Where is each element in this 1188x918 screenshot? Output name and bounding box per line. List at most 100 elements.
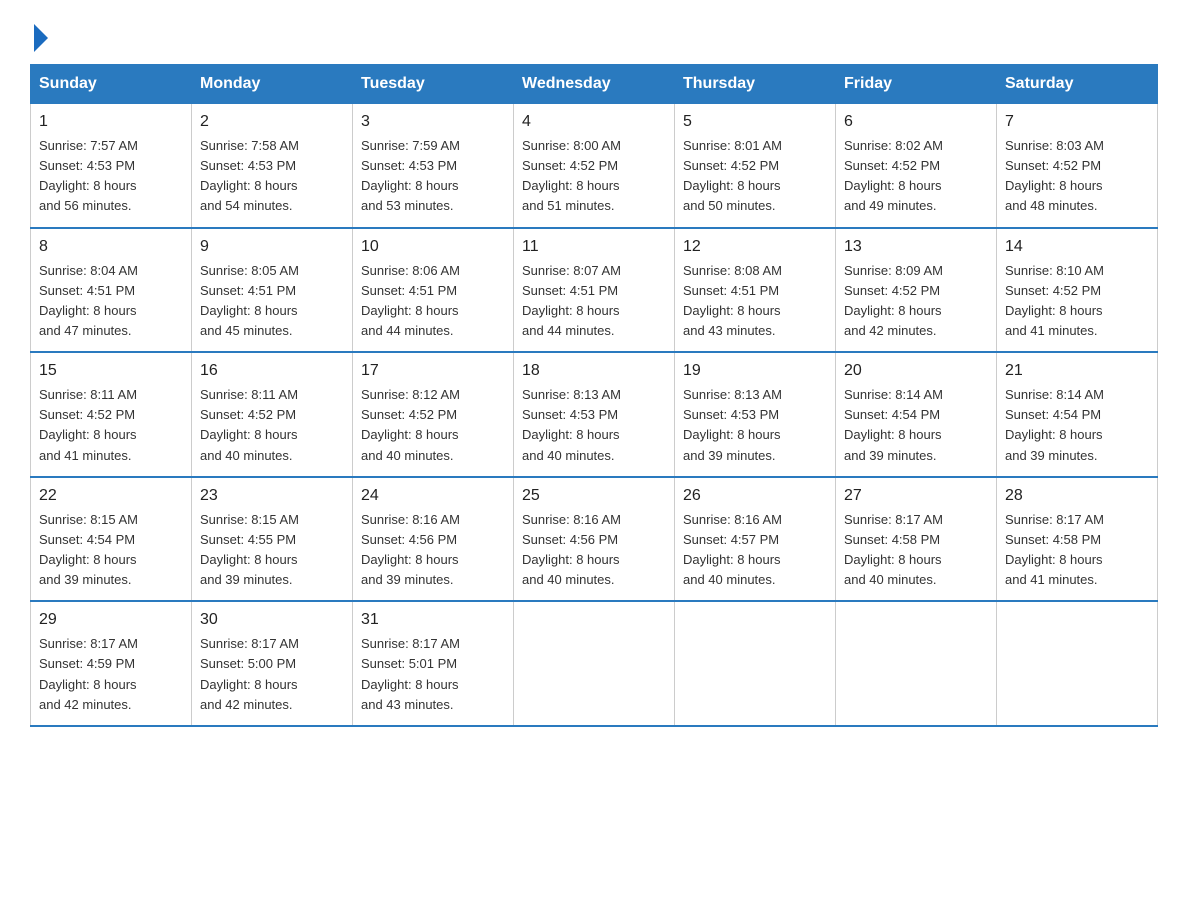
calendar-cell: 10Sunrise: 8:06 AMSunset: 4:51 PMDayligh… xyxy=(353,228,514,353)
calendar-cell: 6Sunrise: 8:02 AMSunset: 4:52 PMDaylight… xyxy=(836,104,997,228)
day-number: 3 xyxy=(361,110,505,134)
day-info: Sunrise: 8:02 AMSunset: 4:52 PMDaylight:… xyxy=(844,136,988,217)
calendar-header-row: SundayMondayTuesdayWednesdayThursdayFrid… xyxy=(31,65,1158,104)
day-info: Sunrise: 8:10 AMSunset: 4:52 PMDaylight:… xyxy=(1005,261,1149,342)
day-info: Sunrise: 8:04 AMSunset: 4:51 PMDaylight:… xyxy=(39,261,183,342)
calendar-cell: 23Sunrise: 8:15 AMSunset: 4:55 PMDayligh… xyxy=(192,477,353,602)
calendar-cell: 31Sunrise: 8:17 AMSunset: 5:01 PMDayligh… xyxy=(353,601,514,726)
calendar-cell: 7Sunrise: 8:03 AMSunset: 4:52 PMDaylight… xyxy=(997,104,1158,228)
calendar-cell xyxy=(514,601,675,726)
calendar-cell: 3Sunrise: 7:59 AMSunset: 4:53 PMDaylight… xyxy=(353,104,514,228)
page-header xyxy=(30,20,1158,44)
calendar-cell: 2Sunrise: 7:58 AMSunset: 4:53 PMDaylight… xyxy=(192,104,353,228)
calendar-cell: 22Sunrise: 8:15 AMSunset: 4:54 PMDayligh… xyxy=(31,477,192,602)
day-info: Sunrise: 7:58 AMSunset: 4:53 PMDaylight:… xyxy=(200,136,344,217)
day-info: Sunrise: 8:00 AMSunset: 4:52 PMDaylight:… xyxy=(522,136,666,217)
day-number: 10 xyxy=(361,235,505,259)
day-number: 7 xyxy=(1005,110,1149,134)
calendar-cell: 25Sunrise: 8:16 AMSunset: 4:56 PMDayligh… xyxy=(514,477,675,602)
day-number: 6 xyxy=(844,110,988,134)
day-info: Sunrise: 8:16 AMSunset: 4:56 PMDaylight:… xyxy=(361,510,505,591)
day-info: Sunrise: 8:16 AMSunset: 4:56 PMDaylight:… xyxy=(522,510,666,591)
day-info: Sunrise: 8:13 AMSunset: 4:53 PMDaylight:… xyxy=(683,385,827,466)
calendar-cell xyxy=(836,601,997,726)
day-number: 21 xyxy=(1005,359,1149,383)
day-number: 8 xyxy=(39,235,183,259)
logo xyxy=(30,20,48,44)
calendar-cell: 11Sunrise: 8:07 AMSunset: 4:51 PMDayligh… xyxy=(514,228,675,353)
day-number: 24 xyxy=(361,484,505,508)
day-info: Sunrise: 8:08 AMSunset: 4:51 PMDaylight:… xyxy=(683,261,827,342)
column-header-monday: Monday xyxy=(192,65,353,104)
day-number: 28 xyxy=(1005,484,1149,508)
calendar-cell: 27Sunrise: 8:17 AMSunset: 4:58 PMDayligh… xyxy=(836,477,997,602)
day-number: 29 xyxy=(39,608,183,632)
day-info: Sunrise: 8:17 AMSunset: 4:59 PMDaylight:… xyxy=(39,634,183,715)
calendar-cell: 16Sunrise: 8:11 AMSunset: 4:52 PMDayligh… xyxy=(192,352,353,477)
day-info: Sunrise: 8:01 AMSunset: 4:52 PMDaylight:… xyxy=(683,136,827,217)
day-number: 17 xyxy=(361,359,505,383)
column-header-wednesday: Wednesday xyxy=(514,65,675,104)
day-number: 15 xyxy=(39,359,183,383)
calendar-week-2: 8Sunrise: 8:04 AMSunset: 4:51 PMDaylight… xyxy=(31,228,1158,353)
day-info: Sunrise: 8:17 AMSunset: 5:01 PMDaylight:… xyxy=(361,634,505,715)
day-info: Sunrise: 8:07 AMSunset: 4:51 PMDaylight:… xyxy=(522,261,666,342)
calendar-cell: 20Sunrise: 8:14 AMSunset: 4:54 PMDayligh… xyxy=(836,352,997,477)
day-info: Sunrise: 8:13 AMSunset: 4:53 PMDaylight:… xyxy=(522,385,666,466)
day-number: 27 xyxy=(844,484,988,508)
column-header-thursday: Thursday xyxy=(675,65,836,104)
day-number: 22 xyxy=(39,484,183,508)
day-number: 4 xyxy=(522,110,666,134)
calendar-week-3: 15Sunrise: 8:11 AMSunset: 4:52 PMDayligh… xyxy=(31,352,1158,477)
day-number: 5 xyxy=(683,110,827,134)
day-number: 30 xyxy=(200,608,344,632)
day-number: 23 xyxy=(200,484,344,508)
calendar-cell xyxy=(675,601,836,726)
day-info: Sunrise: 8:17 AMSunset: 4:58 PMDaylight:… xyxy=(844,510,988,591)
calendar-cell: 5Sunrise: 8:01 AMSunset: 4:52 PMDaylight… xyxy=(675,104,836,228)
day-number: 11 xyxy=(522,235,666,259)
day-number: 26 xyxy=(683,484,827,508)
day-info: Sunrise: 8:12 AMSunset: 4:52 PMDaylight:… xyxy=(361,385,505,466)
day-number: 25 xyxy=(522,484,666,508)
calendar-cell: 18Sunrise: 8:13 AMSunset: 4:53 PMDayligh… xyxy=(514,352,675,477)
logo-arrow-icon xyxy=(34,24,48,52)
day-info: Sunrise: 8:11 AMSunset: 4:52 PMDaylight:… xyxy=(200,385,344,466)
calendar-cell: 17Sunrise: 8:12 AMSunset: 4:52 PMDayligh… xyxy=(353,352,514,477)
day-info: Sunrise: 7:57 AMSunset: 4:53 PMDaylight:… xyxy=(39,136,183,217)
day-number: 2 xyxy=(200,110,344,134)
day-number: 16 xyxy=(200,359,344,383)
day-info: Sunrise: 8:11 AMSunset: 4:52 PMDaylight:… xyxy=(39,385,183,466)
day-number: 14 xyxy=(1005,235,1149,259)
calendar-cell: 24Sunrise: 8:16 AMSunset: 4:56 PMDayligh… xyxy=(353,477,514,602)
calendar-cell: 19Sunrise: 8:13 AMSunset: 4:53 PMDayligh… xyxy=(675,352,836,477)
calendar-week-4: 22Sunrise: 8:15 AMSunset: 4:54 PMDayligh… xyxy=(31,477,1158,602)
calendar-week-1: 1Sunrise: 7:57 AMSunset: 4:53 PMDaylight… xyxy=(31,104,1158,228)
day-number: 13 xyxy=(844,235,988,259)
calendar-cell: 29Sunrise: 8:17 AMSunset: 4:59 PMDayligh… xyxy=(31,601,192,726)
day-info: Sunrise: 8:17 AMSunset: 5:00 PMDaylight:… xyxy=(200,634,344,715)
day-number: 20 xyxy=(844,359,988,383)
day-info: Sunrise: 8:09 AMSunset: 4:52 PMDaylight:… xyxy=(844,261,988,342)
calendar-cell: 8Sunrise: 8:04 AMSunset: 4:51 PMDaylight… xyxy=(31,228,192,353)
day-info: Sunrise: 8:14 AMSunset: 4:54 PMDaylight:… xyxy=(844,385,988,466)
calendar-cell: 14Sunrise: 8:10 AMSunset: 4:52 PMDayligh… xyxy=(997,228,1158,353)
calendar-cell: 30Sunrise: 8:17 AMSunset: 5:00 PMDayligh… xyxy=(192,601,353,726)
day-number: 31 xyxy=(361,608,505,632)
calendar-cell: 26Sunrise: 8:16 AMSunset: 4:57 PMDayligh… xyxy=(675,477,836,602)
column-header-friday: Friday xyxy=(836,65,997,104)
calendar-table: SundayMondayTuesdayWednesdayThursdayFrid… xyxy=(30,64,1158,727)
day-info: Sunrise: 8:03 AMSunset: 4:52 PMDaylight:… xyxy=(1005,136,1149,217)
day-number: 12 xyxy=(683,235,827,259)
day-info: Sunrise: 7:59 AMSunset: 4:53 PMDaylight:… xyxy=(361,136,505,217)
day-info: Sunrise: 8:06 AMSunset: 4:51 PMDaylight:… xyxy=(361,261,505,342)
day-info: Sunrise: 8:17 AMSunset: 4:58 PMDaylight:… xyxy=(1005,510,1149,591)
calendar-cell: 4Sunrise: 8:00 AMSunset: 4:52 PMDaylight… xyxy=(514,104,675,228)
calendar-cell: 9Sunrise: 8:05 AMSunset: 4:51 PMDaylight… xyxy=(192,228,353,353)
calendar-cell: 21Sunrise: 8:14 AMSunset: 4:54 PMDayligh… xyxy=(997,352,1158,477)
calendar-cell: 13Sunrise: 8:09 AMSunset: 4:52 PMDayligh… xyxy=(836,228,997,353)
column-header-sunday: Sunday xyxy=(31,65,192,104)
day-number: 19 xyxy=(683,359,827,383)
calendar-cell: 15Sunrise: 8:11 AMSunset: 4:52 PMDayligh… xyxy=(31,352,192,477)
calendar-cell: 1Sunrise: 7:57 AMSunset: 4:53 PMDaylight… xyxy=(31,104,192,228)
